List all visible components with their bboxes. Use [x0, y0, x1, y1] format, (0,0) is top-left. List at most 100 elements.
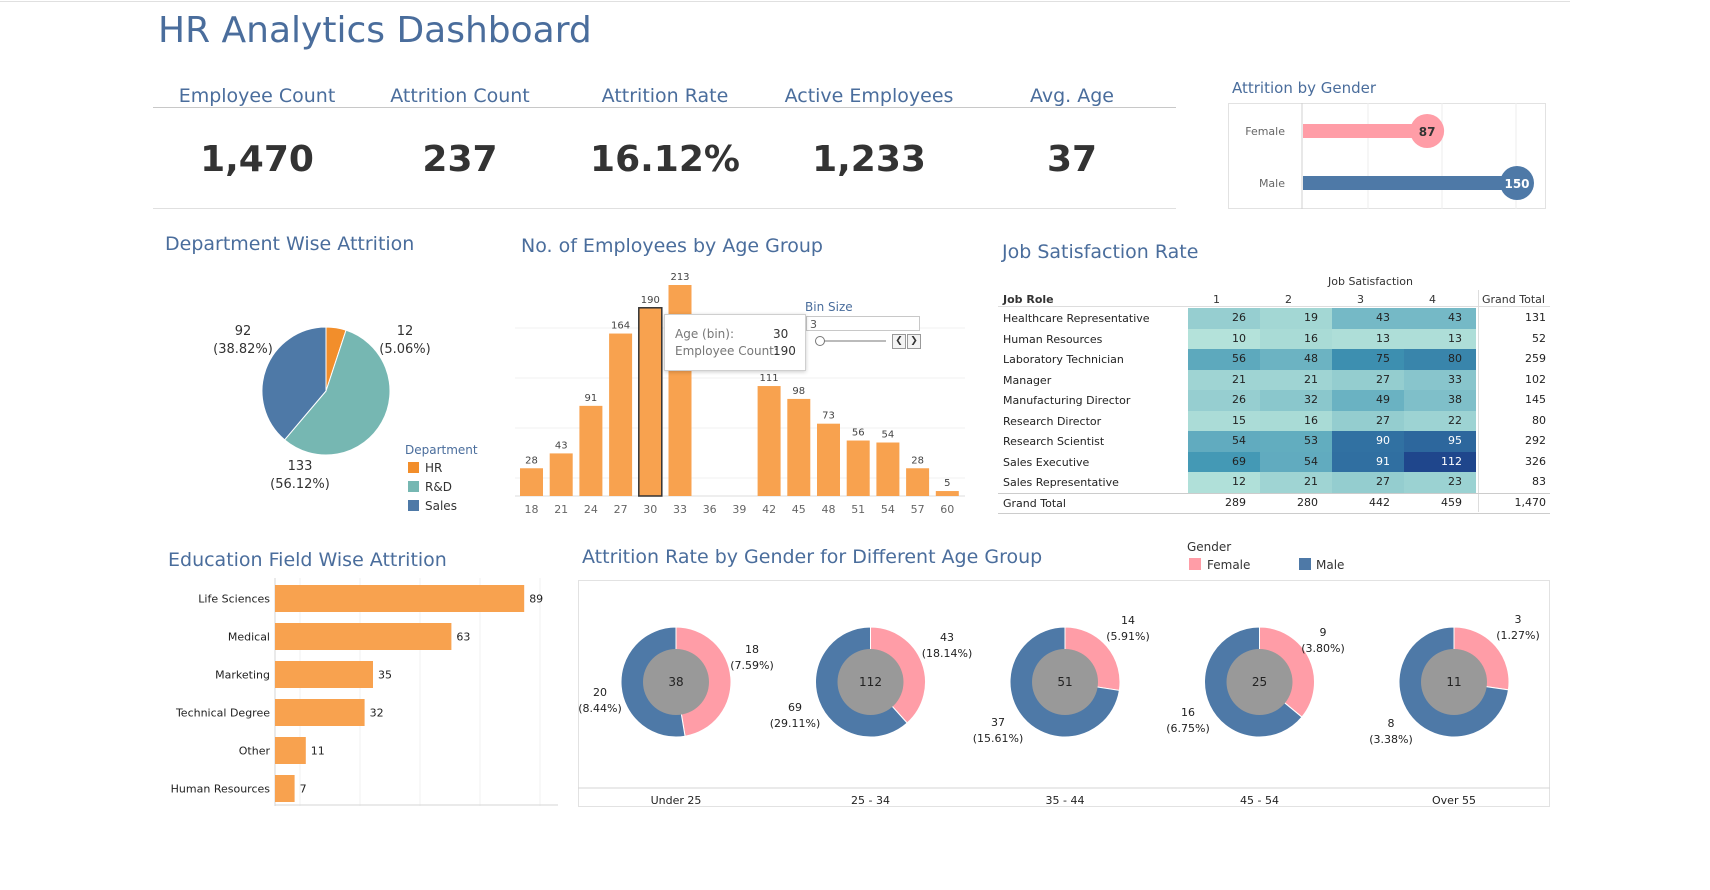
jobsat-grand-total-4: 459: [1441, 495, 1462, 509]
donut-axis-label-35-44: 35 - 44: [1046, 794, 1085, 807]
donut-total-label-over-55: 11: [1446, 675, 1461, 689]
kpi-employee-count-label: Employee Count: [178, 85, 336, 107]
donut-legend-swatch-male: [1299, 558, 1311, 570]
age-tick-label-45: 45: [792, 503, 806, 516]
jobsat-cell-sales-representative-1: 12: [1188, 472, 1260, 493]
donut-legend-swatch-female: [1189, 558, 1201, 570]
edu-bar-other: [275, 737, 306, 764]
gender-tick-label-male: Male: [1259, 177, 1285, 190]
age-bar-42: [757, 386, 781, 496]
jobsat-cell-human-resources-2: 16: [1260, 328, 1332, 349]
kpi-avg-age-label: Avg. Age: [1029, 85, 1114, 107]
edu-bar-life-sciences: [275, 585, 525, 612]
jobsat-cell-research-scientist-2: 53: [1260, 431, 1332, 452]
kpi-top-rule: [153, 107, 1176, 108]
bin-size-slider-track[interactable]: [816, 340, 886, 342]
jobsat-row-label-manager: Manager: [1003, 373, 1052, 387]
donut-female-value-45-54: 9: [1320, 626, 1327, 639]
jobsat-row-label-laboratory-technician: Laboratory Technician: [1003, 353, 1124, 366]
edu-value-label-marketing: 35: [378, 669, 392, 682]
bin-size-label: Bin Size: [805, 300, 853, 314]
age-bar-24: [579, 405, 603, 496]
age-value-label-57: 28: [911, 455, 924, 466]
donut-female-pct-45-54: (3.80%): [1301, 642, 1345, 655]
dept-legend-label-hr: HR: [425, 461, 442, 475]
donut-axis-label-45-54: 45 - 54: [1240, 794, 1279, 807]
donut-axis-label-25-34: 25 - 34: [851, 794, 890, 807]
age-tick-label-39: 39: [732, 503, 746, 516]
jobsat-cell-human-resources-3: 13: [1332, 328, 1404, 349]
jobsat-row-label-healthcare-representative: Healthcare Representative: [1003, 312, 1150, 325]
age-value-label-51: 56: [852, 428, 865, 439]
jobsat-cell-laboratory-technician-3: 75: [1332, 349, 1404, 370]
jobsat-column-header: Job Satisfaction: [1328, 275, 1414, 288]
donut-male-pct-under-25: (8.44%): [578, 702, 622, 715]
age-value-label-45: 98: [792, 386, 805, 397]
jobsat-cell-research-director-4: 22: [1404, 410, 1476, 431]
jobsat-cell-human-resources-1: 10: [1188, 328, 1260, 349]
jobsat-cell-manager-1: 21: [1188, 369, 1260, 390]
age-tick-label-18: 18: [525, 503, 539, 516]
jobsat-row-label-manufacturing-director: Manufacturing Director: [1003, 394, 1131, 407]
dept-pct-label-hr: (5.06%): [379, 342, 430, 357]
edu-value-label-technical-degree: 32: [370, 707, 384, 720]
jobsat-cell-manufacturing-director-2: 32: [1260, 390, 1332, 411]
donut-male-value-35-44: 37: [991, 716, 1005, 729]
age-tick-label-36: 36: [703, 503, 717, 516]
donut-legend-label-female: Female: [1207, 558, 1250, 572]
department-chart: 12 (5.06%) 133 (56.12%) 92 (38.82%) HR R&D Sales: [213, 324, 457, 513]
age-tick-label-51: 51: [851, 503, 865, 516]
edu-panel-title: Education Field Wise Attrition: [168, 549, 447, 571]
jobsat-row-label-sales-representative: Sales Representative: [1003, 476, 1119, 489]
jobsat-grand-total-3: 442: [1369, 495, 1390, 509]
jobsat-cell-research-director-1: 15: [1188, 410, 1260, 431]
jobsat-cell-healthcare-representative-1: 26: [1188, 308, 1260, 329]
jobsat-column-label-2: 2: [1285, 293, 1292, 306]
jobsat-row-total-laboratory-technician: 259: [1525, 352, 1546, 365]
jobsat-grand-total-overall: 1,470: [1514, 495, 1547, 509]
age-bar-54: [876, 442, 900, 496]
gender-bar-male: [1303, 176, 1517, 190]
bin-decrement-button[interactable]: ❮: [892, 334, 906, 349]
donut-female-value-25-34: 43: [940, 631, 954, 644]
age-tick-label-48: 48: [822, 503, 836, 516]
jobsat-row-total-research-director: 80: [1532, 413, 1546, 427]
age-bar-18: [520, 468, 543, 496]
jobsat-cell-sales-executive-3: 91: [1332, 451, 1404, 472]
bin-increment-button[interactable]: ❯: [907, 334, 921, 349]
dept-pct-label-r-d: (56.12%): [270, 477, 330, 492]
jobsat-bottom-rule: [998, 513, 1550, 514]
donut-male-value-45-54: 16: [1181, 706, 1195, 719]
jobsat-cell-research-scientist-4: 95: [1404, 431, 1476, 452]
donut-axis-label-over-55: Over 55: [1432, 794, 1476, 807]
bin-size-input[interactable]: 3: [806, 316, 920, 331]
donut-female-pct-under-25: (7.59%): [730, 659, 774, 672]
jobsat-cell-research-scientist-3: 90: [1332, 431, 1404, 452]
jobsat-row-total-manager: 102: [1525, 372, 1546, 386]
tooltip-count-value: 190: [773, 344, 796, 358]
kpi-bottom-rule: [153, 208, 1176, 209]
edu-bar-marketing: [275, 661, 373, 688]
dept-legend-swatch-hr: [408, 462, 419, 473]
kpi-employee-count-value: 1,470: [200, 139, 314, 180]
dept-value-label-sales: 92: [235, 324, 252, 339]
jobsat-row-total-manufacturing-director: 145: [1525, 393, 1546, 406]
tooltip-age-label: Age (bin):: [675, 327, 734, 341]
jobsat-cell-healthcare-representative-4: 43: [1404, 308, 1476, 329]
age-bar-21: [549, 453, 573, 496]
age-tick-label-60: 60: [940, 503, 954, 516]
gender-frame: [1228, 103, 1546, 209]
jobsat-row-label-human-resources: Human Resources: [1003, 332, 1103, 346]
age-bar-48: [817, 423, 840, 496]
jobsat-cell-sales-executive-1: 69: [1188, 451, 1260, 472]
bin-size-slider-handle[interactable]: [815, 336, 825, 346]
dept-value-label-r-d: 133: [288, 459, 313, 474]
donut-female-value-35-44: 14: [1121, 614, 1135, 627]
age-value-label-48: 73: [822, 411, 835, 422]
donut-male-value-under-25: 20: [593, 686, 607, 699]
kpi-active-employees-label: Active Employees: [784, 85, 954, 107]
edu-bar-technical-degree: [275, 699, 365, 726]
jobsat-cell-research-director-2: 16: [1260, 410, 1332, 431]
age-bar-27: [609, 333, 633, 496]
age-tick-label-24: 24: [584, 503, 598, 516]
